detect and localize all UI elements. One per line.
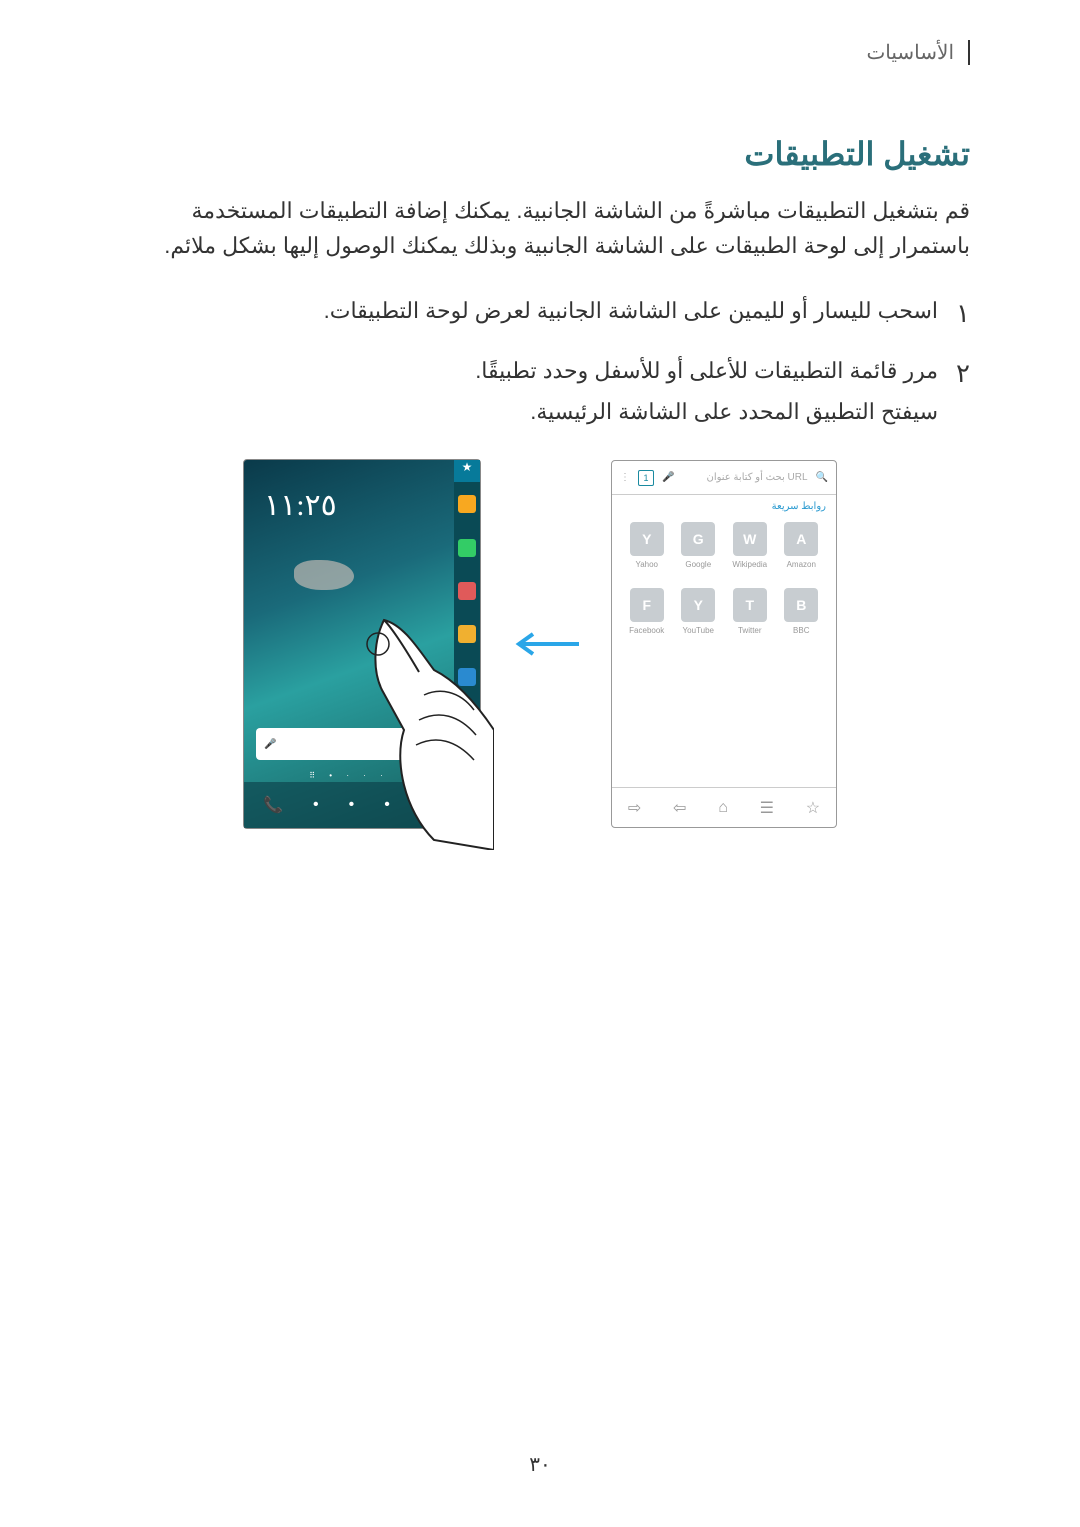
quick-google[interactable]: GGoogle <box>676 522 722 582</box>
dock-dot2-icon[interactable]: • <box>349 796 355 814</box>
edge-app-1[interactable] <box>454 483 480 525</box>
google-label: Google <box>402 739 434 750</box>
quick-amazon[interactable]: AAmazon <box>779 522 825 582</box>
dock-apps-icon[interactable]: ▦ <box>420 795 435 815</box>
quick-wikipedia[interactable]: WWikipedia <box>727 522 773 582</box>
nav-saved-icon[interactable]: ☰ <box>760 798 774 818</box>
step-1: ١ اسحب لليسار أو لليمين على الشاشة الجان… <box>110 293 970 335</box>
quicklinks-label: روابط سريعة <box>612 495 836 518</box>
nav-home-icon[interactable]: ⌂ <box>718 799 728 817</box>
arrow-left-icon <box>511 623 581 666</box>
nav-back-icon[interactable]: ⇦ <box>673 798 686 818</box>
quick-facebook[interactable]: FFacebook <box>624 588 670 648</box>
nav-bookmark-icon[interactable]: ☆ <box>806 798 820 818</box>
step-2: ٢ مرر قائمة التطبيقات للأعلى أو للأسفل و… <box>110 353 970 429</box>
quick-twitter[interactable]: TTwitter <box>727 588 773 648</box>
phone-browser-quickaccess: ⋮ 1 🎤 بحث أو كتابة عنوان URL 🔍 روابط سري… <box>611 460 837 828</box>
dock-phone-icon[interactable]: 📞 <box>263 795 283 815</box>
edge-app-6[interactable] <box>454 700 480 742</box>
figure-row: ١١:٢٥ 🎤 Google ⠿ • · · · 📞 • • • ▦ ★ <box>110 459 970 829</box>
dock-dot3-icon[interactable]: • <box>384 796 390 814</box>
quick-youtube[interactable]: YYouTube <box>676 588 722 648</box>
edge-app-7[interactable] <box>454 743 480 785</box>
menu-icon[interactable]: ⋮ <box>620 472 630 483</box>
step-1-num: ١ <box>956 293 970 335</box>
phone-home-with-edge: ١١:٢٥ 🎤 Google ⠿ • · · · 📞 • • • ▦ ★ <box>243 459 481 829</box>
google-search-bar[interactable]: 🎤 Google <box>256 728 442 760</box>
section-title: تشغيل التطبيقات <box>110 135 970 173</box>
edge-panel[interactable]: ★ ⌄ <box>454 460 480 828</box>
edge-app-3[interactable] <box>454 570 480 612</box>
edge-app-2[interactable] <box>454 527 480 569</box>
intro-text: قم بتشغيل التطبيقات مباشرةً من الشاشة ال… <box>110 193 970 263</box>
browser-bottom-bar: ⇨ ⇦ ⌂ ☰ ☆ <box>612 787 836 827</box>
edge-handle[interactable]: ★ <box>454 460 480 482</box>
quick-yahoo[interactable]: YYahoo <box>624 522 670 582</box>
url-field[interactable]: بحث أو كتابة عنوان URL <box>682 472 807 483</box>
home-dock: 📞 • • • ▦ <box>244 782 454 828</box>
edge-app-5[interactable] <box>454 656 480 698</box>
step-2-num: ٢ <box>956 353 970 429</box>
wallpaper-swirl <box>294 560 354 590</box>
step-2-text: مرر قائمة التطبيقات للأعلى أو للأسفل وحد… <box>110 353 938 388</box>
tabs-icon[interactable]: 1 <box>638 470 654 486</box>
quickaccess-grid: YYahoo GGoogle WWikipedia AAmazon FFaceb… <box>612 518 836 787</box>
touch-point-icon <box>367 633 389 655</box>
step-1-text: اسحب لليسار أو لليمين على الشاشة الجانبي… <box>110 293 938 335</box>
mic-icon[interactable]: 🎤 <box>662 472 674 483</box>
step-2-sub: سيفتح التطبيق المحدد على الشاشة الرئيسية… <box>110 394 938 429</box>
page-number: ٣٠ <box>0 1452 1080 1477</box>
clock-widget: ١١:٢٥ <box>244 460 480 523</box>
dock-dot-icon[interactable]: • <box>313 796 319 814</box>
quick-bbc[interactable]: BBBC <box>779 588 825 648</box>
header-bar: الأساسيات <box>110 40 970 65</box>
edge-expand[interactable]: ⌄ <box>454 786 480 828</box>
browser-toolbar: ⋮ 1 🎤 بحث أو كتابة عنوان URL 🔍 <box>612 461 836 495</box>
home-page-indicator: ⠿ • · · · <box>244 771 454 780</box>
search-icon[interactable]: 🔍 <box>816 472 828 483</box>
mic-icon[interactable]: 🎤 <box>264 739 276 750</box>
nav-forward-icon[interactable]: ⇨ <box>628 798 641 818</box>
breadcrumb: الأساسيات <box>866 42 954 64</box>
edge-app-4[interactable] <box>454 613 480 655</box>
